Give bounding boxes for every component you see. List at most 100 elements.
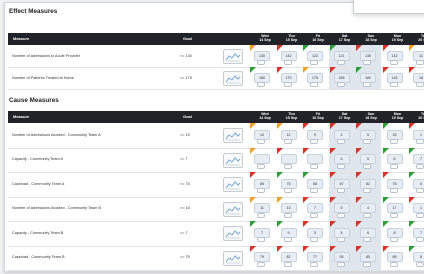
value-box[interactable]	[307, 154, 323, 165]
value-box[interactable]: 135	[360, 50, 376, 61]
measure-cell[interactable]: 82	[276, 245, 302, 271]
value-box[interactable]: 175	[307, 72, 323, 83]
measure-cell[interactable]: 175	[302, 67, 328, 89]
value-box[interactable]: 68	[307, 178, 323, 189]
measure-cell[interactable]: 7	[249, 221, 275, 246]
value-box[interactable]: 13	[280, 203, 297, 214]
comment-bubble-icon[interactable]	[336, 60, 345, 65]
measure-cell[interactable]: 85	[355, 245, 381, 271]
value-box[interactable]: 11	[413, 50, 424, 61]
measure-cell[interactable]: 7	[302, 196, 328, 222]
comment-bubble-icon[interactable]	[336, 212, 345, 218]
value-box[interactable]: 8	[386, 227, 403, 238]
comment-bubble-icon[interactable]	[389, 212, 398, 218]
comment-bubble-icon[interactable]	[310, 188, 318, 194]
value-box[interactable]: 9	[280, 227, 297, 238]
comment-bubble-icon[interactable]	[389, 82, 398, 87]
comment-bubble-icon[interactable]	[257, 163, 265, 169]
value-box[interactable]: 79	[254, 252, 270, 263]
line-chart-icon[interactable]	[223, 128, 243, 144]
measure-cell[interactable]: 6	[355, 221, 381, 246]
measure-cell[interactable]: 6	[408, 172, 424, 197]
comment-bubble-icon[interactable]	[283, 139, 292, 145]
measure-cell[interactable]: 145	[382, 67, 408, 89]
comment-bubble-icon[interactable]	[336, 261, 345, 267]
comment-bubble-icon[interactable]	[257, 139, 265, 145]
comment-bubble-icon[interactable]	[336, 82, 345, 87]
line-chart-icon[interactable]	[223, 49, 243, 64]
value-box[interactable]: 77	[307, 252, 323, 263]
value-box[interactable]: 1	[413, 203, 424, 214]
value-box[interactable]: 75	[280, 178, 297, 189]
value-box[interactable]: 85	[360, 252, 376, 263]
comment-bubble-icon[interactable]	[336, 163, 345, 169]
comment-bubble-icon[interactable]	[283, 261, 292, 267]
value-box[interactable]: 6	[413, 252, 424, 263]
value-box[interactable]: 6	[413, 178, 424, 189]
measure-cell[interactable]: 8	[382, 147, 408, 173]
comment-bubble-icon[interactable]	[416, 188, 424, 194]
comment-bubble-icon[interactable]	[310, 261, 318, 267]
measure-cell[interactable]	[249, 147, 275, 173]
value-box[interactable]: 130	[254, 50, 270, 61]
comment-bubble-icon[interactable]	[283, 188, 292, 194]
measure-cell[interactable]: 122	[302, 45, 328, 67]
measure-cell[interactable]: 77	[302, 245, 328, 271]
comment-bubble-icon[interactable]	[416, 237, 424, 243]
value-box[interactable]: 10	[254, 129, 270, 140]
measure-cell[interactable]: 95	[329, 245, 355, 271]
comment-bubble-icon[interactable]	[363, 212, 371, 218]
measure-cell[interactable]: 16	[408, 67, 424, 89]
value-box[interactable]: 5	[307, 227, 323, 238]
value-box[interactable]: 6	[333, 154, 350, 165]
measure-cell[interactable]: 1	[408, 196, 424, 222]
measure-cell[interactable]: 75	[276, 172, 302, 197]
comment-bubble-icon[interactable]	[389, 60, 398, 65]
measure-cell[interactable]: 170	[276, 67, 302, 89]
measure-cell[interactable]: 142	[382, 45, 408, 67]
comment-bubble-icon[interactable]	[363, 60, 371, 65]
measure-cell[interactable]: 68	[302, 172, 328, 197]
value-box[interactable]: 82	[360, 178, 376, 189]
value-box[interactable]: 142	[280, 50, 297, 61]
comment-bubble-icon[interactable]	[416, 212, 424, 218]
value-box[interactable]: 180	[254, 72, 270, 83]
measure-cell[interactable]: 5	[329, 221, 355, 246]
value-box[interactable]: 11	[254, 203, 270, 214]
measure-cell[interactable]: 5	[329, 196, 355, 222]
value-box[interactable]: 170	[280, 72, 297, 83]
comment-bubble-icon[interactable]	[336, 237, 345, 243]
comment-bubble-icon[interactable]	[363, 139, 371, 145]
measure-cell[interactable]: 5	[302, 221, 328, 246]
value-box[interactable]: 165	[333, 72, 350, 83]
measure-cell[interactable]: 12	[276, 123, 302, 148]
value-box[interactable]: 17	[386, 203, 403, 214]
comment-bubble-icon[interactable]	[257, 188, 265, 194]
measure-cell[interactable]: 10	[249, 123, 275, 148]
value-box[interactable]: 145	[386, 72, 403, 83]
measure-cell[interactable]: 11	[408, 45, 424, 67]
comment-bubble-icon[interactable]	[389, 163, 398, 169]
value-box[interactable]: 7	[307, 203, 323, 214]
value-box[interactable]: 87	[333, 178, 350, 189]
measure-cell[interactable]: 6	[329, 147, 355, 173]
measure-cell[interactable]: 5	[355, 147, 381, 173]
comment-bubble-icon[interactable]	[416, 163, 424, 169]
value-box[interactable]: 95	[333, 252, 350, 263]
comment-bubble-icon[interactable]	[389, 139, 398, 145]
value-box[interactable]: 7	[254, 227, 270, 238]
comment-bubble-icon[interactable]	[257, 212, 265, 218]
comment-bubble-icon[interactable]	[363, 82, 371, 87]
comment-bubble-icon[interactable]	[416, 82, 424, 87]
comment-bubble-icon[interactable]	[283, 60, 292, 65]
measure-cell[interactable]	[276, 147, 302, 173]
measure-cell[interactable]: 8	[382, 221, 408, 246]
measure-cell[interactable]: 5	[355, 123, 381, 148]
measure-cell[interactable]: 4	[329, 123, 355, 148]
comment-bubble-icon[interactable]	[416, 261, 424, 267]
comment-bubble-icon[interactable]	[363, 237, 371, 243]
measure-cell[interactable]: 7	[408, 221, 424, 246]
comment-bubble-icon[interactable]	[310, 139, 318, 145]
line-chart-icon[interactable]	[223, 152, 243, 168]
value-box[interactable]: 5	[333, 227, 350, 238]
